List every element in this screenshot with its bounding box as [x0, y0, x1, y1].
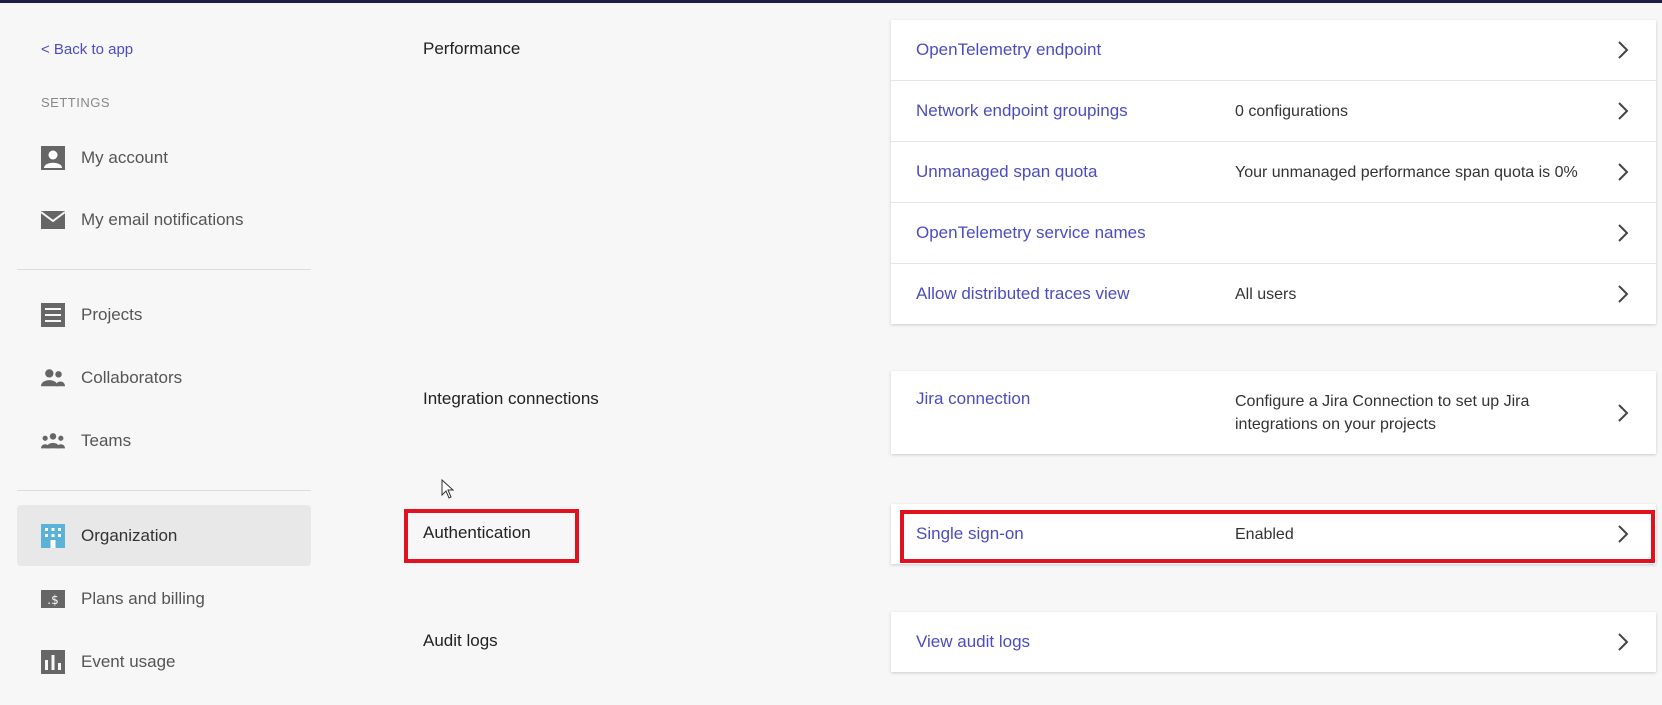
sidebar-item-label: Collaborators — [81, 367, 183, 387]
sidebar-item-label: Teams — [81, 430, 132, 450]
chevron-right-icon — [1612, 283, 1634, 305]
chevron-right-icon — [1612, 100, 1634, 122]
mouse-cursor-icon — [441, 479, 455, 499]
section-title-performance: Performance — [423, 39, 521, 58]
building-icon — [41, 523, 65, 548]
settings-heading: SETTINGS — [41, 95, 111, 110]
sidebar-item-organization[interactable]: Organization — [17, 505, 311, 566]
row-label: Network endpoint groupings — [916, 101, 1128, 120]
billing-icon: .$ — [41, 587, 65, 611]
sidebar-item-label: My email notifications — [81, 209, 244, 229]
row-unmanaged-span-quota[interactable]: Unmanaged span quota Your unmanaged perf… — [891, 142, 1656, 203]
row-allow-distributed-traces-view[interactable]: Allow distributed traces view All users — [891, 264, 1656, 324]
row-label: OpenTelemetry endpoint — [916, 40, 1102, 59]
sidebar-item-event-usage[interactable]: Event usage — [17, 631, 311, 692]
sidebar-item-collaborators[interactable]: Collaborators — [17, 347, 311, 408]
sidebar-item-projects[interactable]: Projects — [17, 284, 311, 345]
back-to-app-link[interactable]: < Back to app — [41, 41, 133, 58]
svg-text:.$: .$ — [47, 593, 58, 607]
teams-icon — [41, 429, 65, 453]
sidebar-item-label: Plans and billing — [81, 588, 205, 608]
row-label: Allow distributed traces view — [916, 284, 1130, 303]
sidebar-item-label: My account — [81, 147, 168, 167]
bar-chart-icon — [41, 649, 65, 674]
row-value: All users — [1235, 285, 1297, 303]
collaborators-icon — [41, 366, 65, 390]
row-value: Configure a Jira Connection to set up Ji… — [1235, 392, 1530, 433]
sidebar-item-my-account[interactable]: My account — [17, 127, 311, 188]
envelope-icon — [41, 208, 65, 232]
sidebar-divider — [17, 490, 311, 491]
row-network-endpoint-groupings[interactable]: Network endpoint groupings 0 configurati… — [891, 81, 1656, 142]
sidebar-item-my-email-notifications[interactable]: My email notifications — [17, 189, 311, 250]
row-opentelemetry-service-names[interactable]: OpenTelemetry service names — [891, 203, 1656, 264]
sidebar-item-label: Event usage — [81, 651, 176, 671]
row-label: Unmanaged span quota — [916, 162, 1098, 181]
sidebar-item-teams[interactable]: Teams — [17, 410, 311, 471]
row-value: Your unmanaged performance span quota is… — [1235, 163, 1578, 181]
audit-logs-card: View audit logs — [891, 612, 1656, 672]
single-sign-on-highlight-box — [900, 510, 1655, 563]
sidebar-item-label: Projects — [81, 304, 143, 324]
person-icon — [41, 145, 65, 170]
row-jira-connection[interactable]: Jira connection Configure a Jira Connect… — [891, 371, 1656, 454]
projects-icon — [41, 302, 65, 327]
performance-card: OpenTelemetry endpoint Network endpoint … — [891, 20, 1656, 324]
authentication-highlight-box — [404, 509, 579, 563]
chevron-right-icon — [1612, 161, 1634, 183]
sidebar-item-plans-and-billing[interactable]: .$ Plans and billing — [17, 568, 311, 629]
integration-connections-card: Jira connection Configure a Jira Connect… — [891, 371, 1656, 454]
row-opentelemetry-endpoint[interactable]: OpenTelemetry endpoint — [891, 20, 1656, 81]
chevron-right-icon — [1612, 39, 1634, 61]
row-value: 0 configurations — [1235, 102, 1348, 120]
section-title-integration-connections: Integration connections — [423, 389, 599, 408]
chevron-right-icon — [1612, 222, 1634, 244]
row-label: View audit logs — [916, 632, 1031, 651]
settings-sidebar: < Back to app SETTINGS My account My ema… — [0, 0, 330, 705]
chevron-right-icon — [1612, 402, 1634, 424]
sidebar-divider — [17, 269, 311, 270]
section-title-audit-logs: Audit logs — [423, 631, 498, 650]
chevron-right-icon — [1612, 631, 1634, 653]
row-view-audit-logs[interactable]: View audit logs — [891, 612, 1656, 672]
row-label: Jira connection — [916, 389, 1031, 408]
row-label: OpenTelemetry service names — [916, 223, 1146, 242]
sidebar-item-label: Organization — [81, 525, 178, 545]
